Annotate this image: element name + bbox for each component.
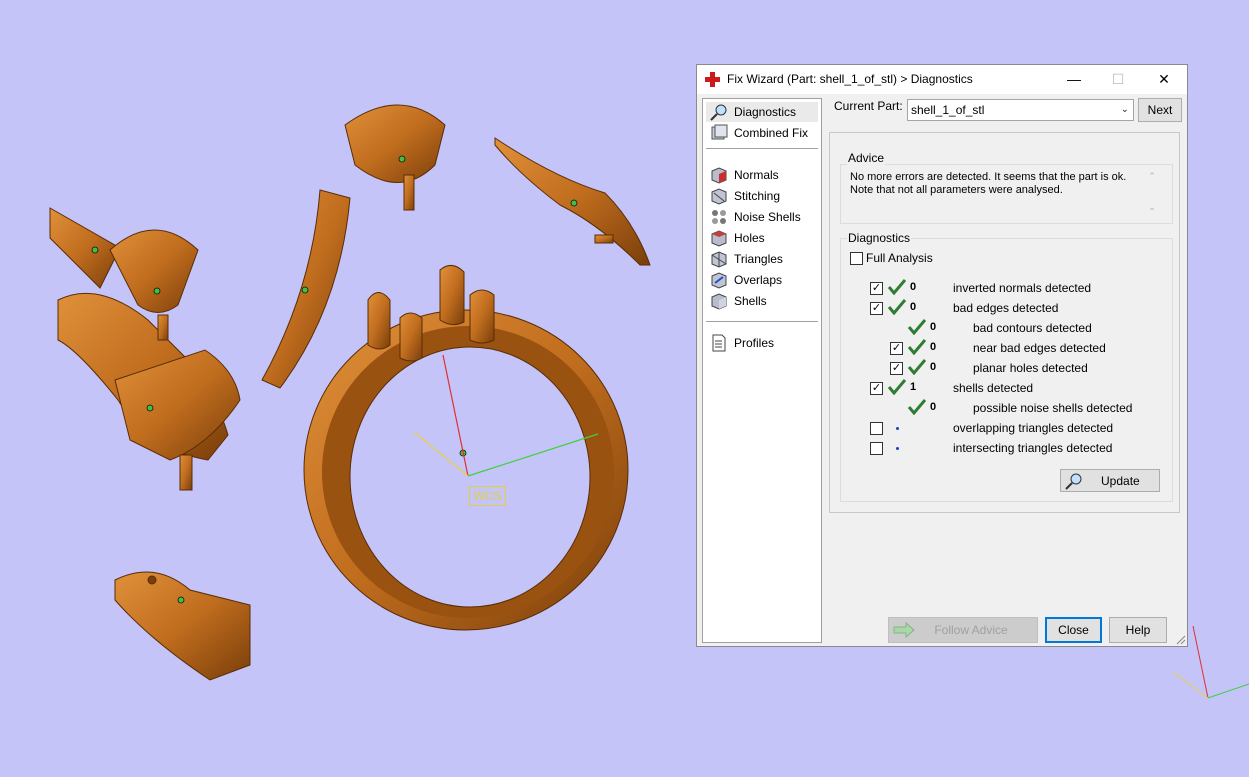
sidebar: Diagnostics Combined Fix Normals Stitchi… xyxy=(702,98,822,643)
arrow-right-icon xyxy=(893,622,915,638)
close-button[interactable]: Close xyxy=(1045,617,1102,643)
pending-dot-icon xyxy=(896,447,899,450)
near-bad-edges-label: near bad edges detected xyxy=(973,341,1106,355)
noise-shells-label: possible noise shells detected xyxy=(973,401,1133,415)
current-part-select[interactable]: shell_1_of_stl ⌄ xyxy=(907,99,1134,121)
inverted-normals-checkbox[interactable]: ✓ xyxy=(870,282,883,295)
scroll-up-icon[interactable]: ⌃ xyxy=(1145,171,1159,182)
crown-top[interactable] xyxy=(344,104,446,211)
inverted-normals-count: 0 xyxy=(910,281,917,293)
green-check-icon xyxy=(888,279,906,295)
advice-title: Advice xyxy=(847,151,886,165)
close-window-button[interactable]: ✕ xyxy=(1141,65,1187,94)
current-part-value: shell_1_of_stl xyxy=(911,103,985,117)
follow-advice-label: Follow Advice xyxy=(934,623,1008,637)
green-check-icon xyxy=(908,319,926,335)
combined-fix-icon xyxy=(711,124,728,140)
noise-shells-count: 0 xyxy=(930,401,937,413)
resize-grip-icon[interactable] xyxy=(1176,635,1186,645)
sidebar-item-combined-fix[interactable]: Combined Fix xyxy=(706,123,818,143)
shells-cube-icon xyxy=(711,293,727,310)
fix-wizard-dialog: Fix Wizard (Part: shell_1_of_stl) > Diag… xyxy=(696,64,1188,647)
overlaps-cube-icon xyxy=(711,272,727,289)
near-bad-edges-checkbox[interactable]: ✓ xyxy=(890,342,903,355)
magnifier-icon xyxy=(1065,473,1082,490)
bad-contours-label: bad contours detected xyxy=(973,321,1092,335)
holes-cube-icon xyxy=(711,230,727,247)
wcs-label: WCS xyxy=(469,486,506,506)
bad-edges-checkbox[interactable]: ✓ xyxy=(870,302,883,315)
stitching-cube-icon xyxy=(711,188,727,205)
bad-contours-count: 0 xyxy=(930,321,937,333)
planar-holes-label: planar holes detected xyxy=(973,361,1088,375)
bad-edges-count: 0 xyxy=(910,301,917,313)
window-title: Fix Wizard (Part: shell_1_of_stl) > Diag… xyxy=(727,72,973,86)
sidebar-item-profiles[interactable]: Profiles xyxy=(706,333,818,353)
planar-holes-checkbox[interactable]: ✓ xyxy=(890,362,903,375)
update-label: Update xyxy=(1101,474,1140,488)
title-bar[interactable]: Fix Wizard (Part: shell_1_of_stl) > Diag… xyxy=(697,65,1187,94)
shells-label: shells detected xyxy=(953,381,1034,395)
bottom-clasp[interactable] xyxy=(114,571,251,681)
intersecting-triangles-label: intersecting triangles detected xyxy=(953,441,1113,455)
noise-shells-icon xyxy=(712,210,726,224)
chevron-down-icon: ⌄ xyxy=(1120,104,1129,115)
planar-holes-count: 0 xyxy=(930,361,937,373)
full-analysis-label: Full Analysis xyxy=(866,251,933,265)
sidebar-item-noise-shells[interactable]: Noise Shells xyxy=(706,207,818,227)
minimize-button[interactable]: — xyxy=(1051,65,1097,94)
sidebar-item-overlaps[interactable]: Overlaps xyxy=(706,270,818,290)
sidebar-item-triangles[interactable]: Triangles xyxy=(706,249,818,269)
green-check-icon xyxy=(908,359,926,375)
maximize-button[interactable]: ☐ xyxy=(1095,65,1141,94)
magnifier-icon xyxy=(710,104,727,121)
sidebar-item-stitching[interactable]: Stitching xyxy=(706,186,818,206)
sidebar-item-normals[interactable]: Normals xyxy=(706,165,818,185)
overlapping-triangles-label: overlapping triangles detected xyxy=(953,421,1114,435)
green-check-icon xyxy=(908,339,926,355)
current-part-label: Current Part: xyxy=(834,99,903,113)
advice-line-1: No more errors are detected. It seems th… xyxy=(850,171,1127,183)
red-cross-icon xyxy=(705,72,720,87)
green-check-icon xyxy=(888,299,906,315)
pending-dot-icon xyxy=(896,427,899,430)
bad-edges-label: bad edges detected xyxy=(953,301,1059,315)
document-icon xyxy=(712,334,726,352)
update-button[interactable]: Update xyxy=(1060,469,1160,492)
green-check-icon xyxy=(888,379,906,395)
next-button[interactable]: Next xyxy=(1138,98,1182,122)
sidebar-item-holes[interactable]: Holes xyxy=(706,228,818,248)
overlapping-triangles-checkbox[interactable] xyxy=(870,422,883,435)
scroll-down-icon[interactable]: ⌄ xyxy=(1145,202,1159,213)
full-analysis-checkbox[interactable] xyxy=(850,252,863,265)
green-check-icon xyxy=(908,399,926,415)
inverted-normals-label: inverted normals detected xyxy=(953,281,1092,295)
intersecting-triangles-checkbox[interactable] xyxy=(870,442,883,455)
advice-line-2: Note that not all parameters were analys… xyxy=(850,184,1063,196)
help-button[interactable]: Help xyxy=(1109,617,1167,643)
advice-text: No more errors are detected. It seems th… xyxy=(850,171,1140,197)
diagnostics-title: Diagnostics xyxy=(847,231,912,245)
near-bad-edges-count: 0 xyxy=(930,341,937,353)
triangles-cube-icon xyxy=(711,251,727,268)
sidebar-item-shells[interactable]: Shells xyxy=(706,291,818,311)
shells-checkbox[interactable]: ✓ xyxy=(870,382,883,395)
normals-cube-icon xyxy=(711,167,727,184)
follow-advice-button[interactable]: Follow Advice xyxy=(888,617,1038,643)
shells-count: 1 xyxy=(910,381,917,393)
sidebar-item-diagnostics[interactable]: Diagnostics xyxy=(706,102,818,122)
ring-shank[interactable] xyxy=(303,309,629,631)
